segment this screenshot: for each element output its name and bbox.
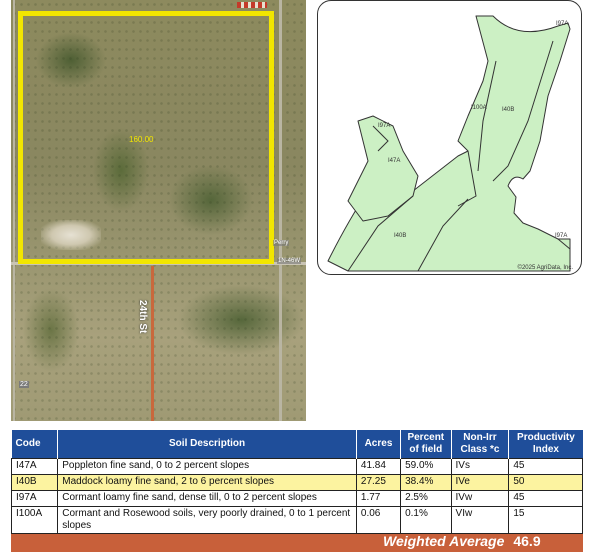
place-label: Perry	[273, 240, 290, 246]
cell-percent: 59.0%	[400, 458, 452, 475]
cell-acres: 41.84	[355, 458, 402, 475]
street-label: 24th St	[137, 300, 148, 334]
road-24th-st	[151, 266, 154, 421]
header-percent: Percent of field	[400, 430, 452, 459]
cell-index: 50	[508, 474, 583, 491]
table-row-highlighted: I40B Maddock loamy fine sand, 2 to 6 per…	[10, 474, 583, 491]
cell-class: IVs	[450, 458, 510, 475]
cell-acres: 27.25	[355, 474, 402, 491]
weighted-average-label: Weighted Average	[10, 533, 510, 552]
weighted-average-value: 46.9	[508, 533, 583, 552]
header-index: Productivity Index	[508, 430, 583, 459]
cell-code: I47A	[10, 458, 59, 475]
cell-class: VIw	[450, 506, 510, 534]
cell-index: 15	[508, 506, 583, 534]
map-copyright: ©2025 AgriData, Inc.	[517, 265, 573, 271]
table-row: I47A Poppleton fine sand, 0 to 2 percent…	[10, 458, 583, 475]
road-west	[13, 0, 15, 421]
soil-map: I97A I47A I40B I100A I40B I97A I97A ©202…	[317, 0, 582, 275]
label-i100a: I100A	[471, 105, 487, 111]
cell-class: IVw	[450, 490, 510, 507]
aerial-photo: 160.00 24th St Perry 1N-46W 22	[11, 0, 306, 421]
county-road-label: 22	[19, 381, 29, 388]
header-class: Non-Irr Class *c	[451, 430, 510, 459]
label-i40b-left: I40B	[394, 233, 407, 239]
weighted-average-row: Weighted Average 46.9	[10, 533, 583, 552]
header-code: Code	[11, 430, 59, 459]
cell-code: I100A	[10, 506, 59, 534]
cell-index: 45	[508, 490, 583, 507]
cell-code: I97A	[10, 490, 59, 507]
cell-acres: 0.06	[355, 506, 402, 534]
soil-map-drawing	[327, 15, 571, 272]
cell-percent: 2.5%	[400, 490, 452, 507]
cell-code: I40B	[10, 474, 59, 491]
table-row: I100A Cormant and Rosewood soils, very p…	[10, 506, 583, 534]
cell-description: Cormant loamy fine sand, dense till, 0 t…	[57, 490, 357, 507]
cell-percent: 0.1%	[400, 506, 452, 534]
label-i40b-right: I40B	[502, 107, 515, 113]
label-i97a-corner: I97A	[556, 21, 569, 27]
farmstead-marker	[237, 2, 267, 8]
header-description: Soil Description	[57, 430, 357, 459]
cell-percent: 38.4%	[400, 474, 452, 491]
road-east	[279, 0, 282, 421]
label-i97a-right: I97A	[555, 233, 568, 239]
table-row: I97A Cormant loamy fine sand, dense till…	[10, 490, 583, 507]
label-i97a-top: I97A	[378, 123, 391, 129]
cell-description: Maddock loamy fine sand, 2 to 6 percent …	[57, 474, 357, 491]
label-i47a: I47A	[388, 158, 401, 164]
cell-class: IVe	[450, 474, 510, 491]
soil-table: Code Soil Description Acres Percent of f…	[10, 430, 583, 552]
table-header-row: Code Soil Description Acres Percent of f…	[11, 430, 583, 459]
header-acres: Acres	[356, 430, 402, 459]
acres-label: 160.00	[129, 135, 154, 144]
cell-index: 45	[508, 458, 583, 475]
cell-description: Cormant and Rosewood soils, very poorly …	[57, 506, 357, 534]
cell-description: Poppleton fine sand, 0 to 2 percent slop…	[57, 458, 357, 475]
cell-acres: 1.77	[355, 490, 402, 507]
township-label: 1N-46W	[277, 258, 302, 264]
